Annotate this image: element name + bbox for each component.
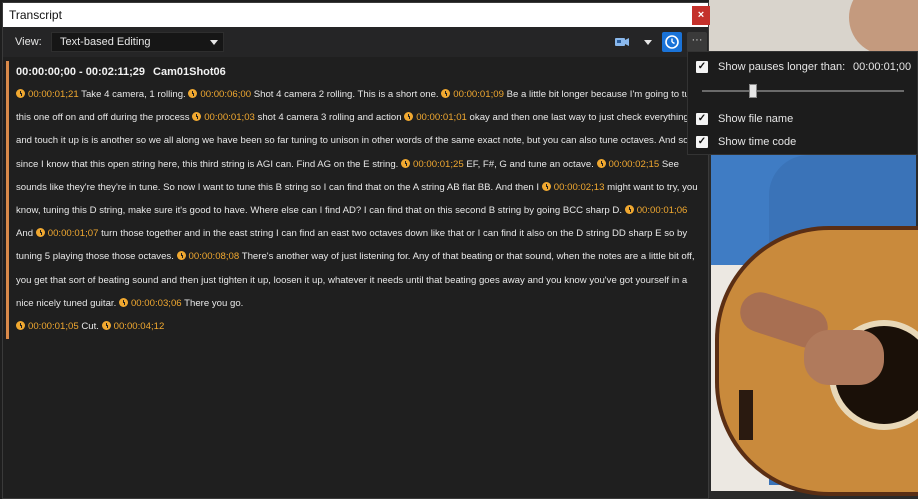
clock-icon (192, 112, 202, 122)
timecode-value: 00:00:04;12 (113, 321, 165, 333)
timecode-marker[interactable]: 00:00:02;13 (541, 181, 605, 193)
transcript-text[interactable]: 00:00:01;21 Take 4 camera, 1 rolling. 00… (16, 83, 702, 338)
close-button[interactable]: × (692, 6, 710, 25)
clip-accent-bar (6, 61, 9, 339)
pauses-slider-track[interactable] (702, 90, 904, 92)
view-label: View: (15, 36, 42, 48)
timecode-value: 00:00:01;05 (28, 321, 79, 333)
toolbar: View: Text-based Editing ··· (3, 27, 708, 57)
timecode-marker[interactable]: 00:00:04;12 (101, 321, 165, 333)
timecode-marker[interactable]: 00:00:08;08 (176, 251, 240, 263)
transcript-segment-text: EF, F#, G and tune an octave. (463, 158, 597, 170)
file-name-label: Show file name (718, 113, 794, 125)
timecode-marker[interactable]: 00:00:01;09 (441, 89, 504, 100)
camera-icon[interactable] (613, 33, 631, 51)
time-code-checkbox[interactable]: ✓ (696, 136, 708, 148)
timecode-marker[interactable]: 00:00:01;07 (35, 228, 99, 240)
options-popup: ✓ Show pauses longer than: 00:00:01;00 ✓… (687, 51, 918, 155)
timecode-marker[interactable]: 00:00:01;06 (624, 205, 688, 217)
clock-icon (188, 89, 198, 98)
timecode-toggle-button[interactable] (662, 32, 682, 52)
clock-icon (596, 158, 606, 168)
pauses-threshold-value: 00:00:01;00 (853, 61, 912, 73)
clock-icon (404, 112, 414, 122)
timecode-value: 00:00:03;06 (130, 297, 182, 309)
view-select[interactable]: Text-based Editing (51, 32, 224, 52)
timecode-value: 00:00:06;00 (200, 89, 252, 100)
clock-icon (401, 158, 411, 168)
clock-icon (624, 205, 634, 215)
pauses-label: Show pauses longer than: (718, 61, 846, 73)
clock-icon (35, 228, 45, 238)
clock-icon (176, 251, 186, 261)
time-code-label: Show time code (718, 136, 797, 148)
timecode-marker[interactable]: 00:00:01;21 (16, 89, 79, 100)
transcript-segment-text: Take 4 camera, 1 rolling. (78, 89, 189, 100)
more-options-button[interactable]: ··· (687, 32, 707, 52)
transcript-segment-text: There you go. (181, 297, 244, 309)
window-title: Transcript (9, 8, 62, 22)
clock-icon (118, 297, 128, 307)
timecode-marker[interactable]: 00:00:06;00 (188, 89, 251, 100)
timecode-value: 00:00:02;13 (553, 181, 605, 193)
clip-time-range: 00:00:00;00 - 00:02:11;29 (16, 66, 146, 78)
transcript-segment-text: And (16, 228, 36, 240)
clock-icon (16, 89, 25, 98)
timecode-marker[interactable]: 00:00:01;25 (401, 158, 464, 170)
timecode-value: 00:00:01;07 (47, 228, 99, 240)
transcript-segment-text: Cut. (78, 321, 102, 333)
pauses-checkbox[interactable]: ✓ (696, 61, 708, 73)
title-bar[interactable]: Transcript × (3, 3, 710, 27)
pauses-slider-thumb[interactable] (748, 84, 757, 98)
timecode-value: 00:00:01;06 (636, 205, 688, 217)
timecode-value: 00:00:01;25 (413, 158, 464, 170)
timecode-value: 00:00:02;15 (608, 158, 660, 170)
file-name-checkbox[interactable]: ✓ (696, 113, 708, 125)
clock-icon (16, 321, 25, 331)
clip-name: Cam01Shot06 (153, 66, 226, 78)
timecode-marker[interactable]: 00:00:01;03 (192, 112, 255, 123)
timecode-marker[interactable]: 00:00:03;06 (118, 297, 182, 309)
view-select-value: Text-based Editing (60, 36, 151, 48)
timecode-value: 00:00:01;09 (453, 89, 504, 100)
transcript-segment-text: Shot 4 camera 2 rolling. This is a short… (251, 89, 442, 100)
timecode-marker[interactable]: 00:00:01;05 (16, 321, 79, 332)
chevron-down-icon (210, 40, 218, 45)
transcript-content: 00:00:00;00 - 00:02:11;29 Cam01Shot06 00:… (6, 59, 706, 344)
transcript-window: Transcript × View: Text-based Editing ··… (2, 2, 710, 499)
timecode-value: 00:00:08;08 (188, 251, 240, 263)
timecode-marker[interactable]: 00:00:01;01 (404, 112, 467, 123)
clock-icon (541, 181, 551, 191)
clock-icon (441, 89, 451, 98)
video-hand (804, 330, 884, 385)
timecode-value: 00:00:01;03 (204, 112, 255, 124)
timecode-marker[interactable]: 00:00:02;15 (596, 158, 660, 170)
transcript-segment-text: shot 4 camera 3 rolling and action (254, 112, 405, 124)
timecode-value: 00:00:01;01 (416, 112, 467, 124)
clip-header: 00:00:00;00 - 00:02:11;29 Cam01Shot06 (16, 66, 226, 78)
timecode-value: 00:00:01;21 (28, 89, 79, 100)
clock-icon (101, 321, 111, 331)
video-guitar-bridge (739, 390, 753, 440)
camera-dropdown-icon[interactable] (641, 33, 655, 51)
